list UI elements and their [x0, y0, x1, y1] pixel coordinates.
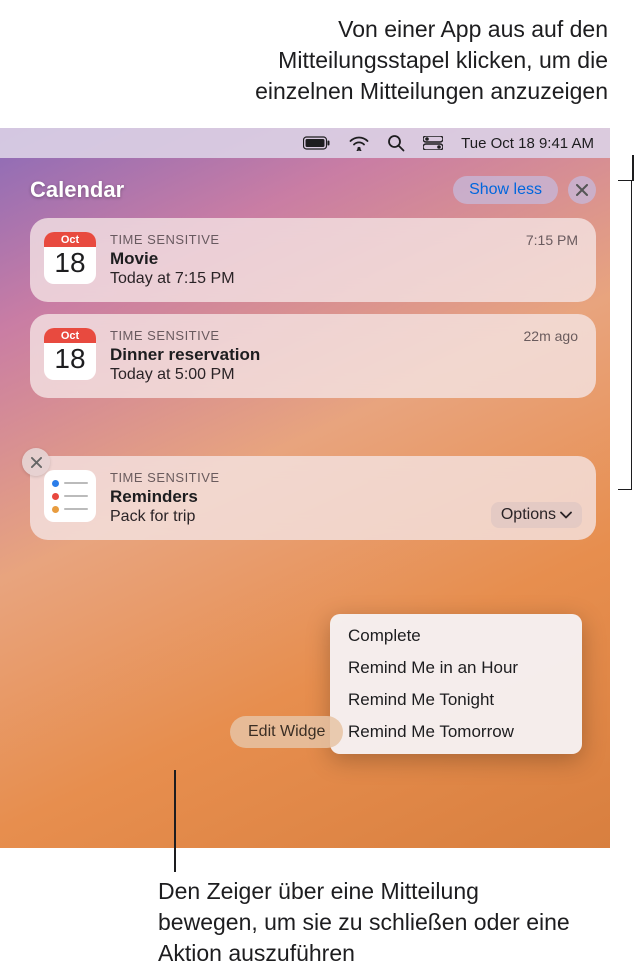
section-title: Calendar: [30, 177, 124, 203]
notification-subtitle: Today at 5:00 PM: [110, 366, 578, 384]
notification-title: Dinner reservation: [110, 345, 578, 365]
calendar-icon-day: 18: [44, 343, 96, 375]
callout-line: [174, 770, 176, 872]
menu-item-remind-tomorrow[interactable]: Remind Me Tomorrow: [330, 716, 582, 748]
battery-icon: [303, 136, 331, 150]
close-stack-button[interactable]: [568, 176, 596, 204]
edit-widgets-button[interactable]: Edit Widge: [230, 716, 343, 748]
options-button[interactable]: Options: [491, 502, 582, 528]
notification-card[interactable]: Oct 18 TIME SENSITIVE Dinner reservation…: [30, 314, 596, 398]
notification-timestamp: 7:15 PM: [526, 232, 578, 248]
chevron-down-icon: [560, 511, 572, 519]
notification-subtitle: Today at 7:15 PM: [110, 270, 578, 288]
notification-label: TIME SENSITIVE: [110, 470, 578, 485]
section-header: Calendar Show less: [30, 176, 596, 204]
options-label: Options: [501, 506, 556, 524]
callout-line: [632, 155, 634, 181]
close-icon: [576, 184, 588, 196]
callout-bottom-text: Den Zeiger über eine Mitteilung bewegen,…: [158, 876, 578, 969]
calendar-icon-day: 18: [44, 247, 96, 279]
reminders-app-icon: [44, 470, 96, 522]
notification-list: Calendar Show less Oct 18 TIME SENSITIVE…: [30, 176, 596, 552]
calendar-icon-month: Oct: [44, 328, 96, 343]
search-icon[interactable]: [387, 134, 405, 152]
menubar-datetime[interactable]: Tue Oct 18 9:41 AM: [461, 135, 594, 152]
reminders-notification-card[interactable]: TIME SENSITIVE Reminders Pack for trip O…: [30, 456, 596, 540]
notification-title: Movie: [110, 249, 578, 269]
wifi-icon: [349, 136, 369, 151]
menu-bar: Tue Oct 18 9:41 AM: [0, 128, 610, 158]
notification-timestamp: 22m ago: [524, 328, 578, 344]
show-less-button[interactable]: Show less: [453, 176, 558, 204]
notification-label: TIME SENSITIVE: [110, 232, 578, 247]
notification-label: TIME SENSITIVE: [110, 328, 578, 343]
menu-item-complete[interactable]: Complete: [330, 620, 582, 652]
calendar-app-icon: Oct 18: [44, 232, 96, 284]
close-notification-button[interactable]: [22, 448, 50, 476]
options-menu: Complete Remind Me in an Hour Remind Me …: [330, 614, 582, 754]
close-icon: [31, 457, 42, 468]
notification-center-screenshot: Tue Oct 18 9:41 AM Calendar Show less Oc…: [0, 128, 610, 848]
menu-item-remind-hour[interactable]: Remind Me in an Hour: [330, 652, 582, 684]
calendar-icon-month: Oct: [44, 232, 96, 247]
control-center-icon[interactable]: [423, 136, 443, 150]
notification-card[interactable]: Oct 18 TIME SENSITIVE Movie Today at 7:1…: [30, 218, 596, 302]
calendar-app-icon: Oct 18: [44, 328, 96, 380]
callout-bracket: [618, 180, 632, 490]
callout-top-text: Von einer App aus auf den Mitteilungssta…: [178, 14, 608, 107]
menu-item-remind-tonight[interactable]: Remind Me Tonight: [330, 684, 582, 716]
